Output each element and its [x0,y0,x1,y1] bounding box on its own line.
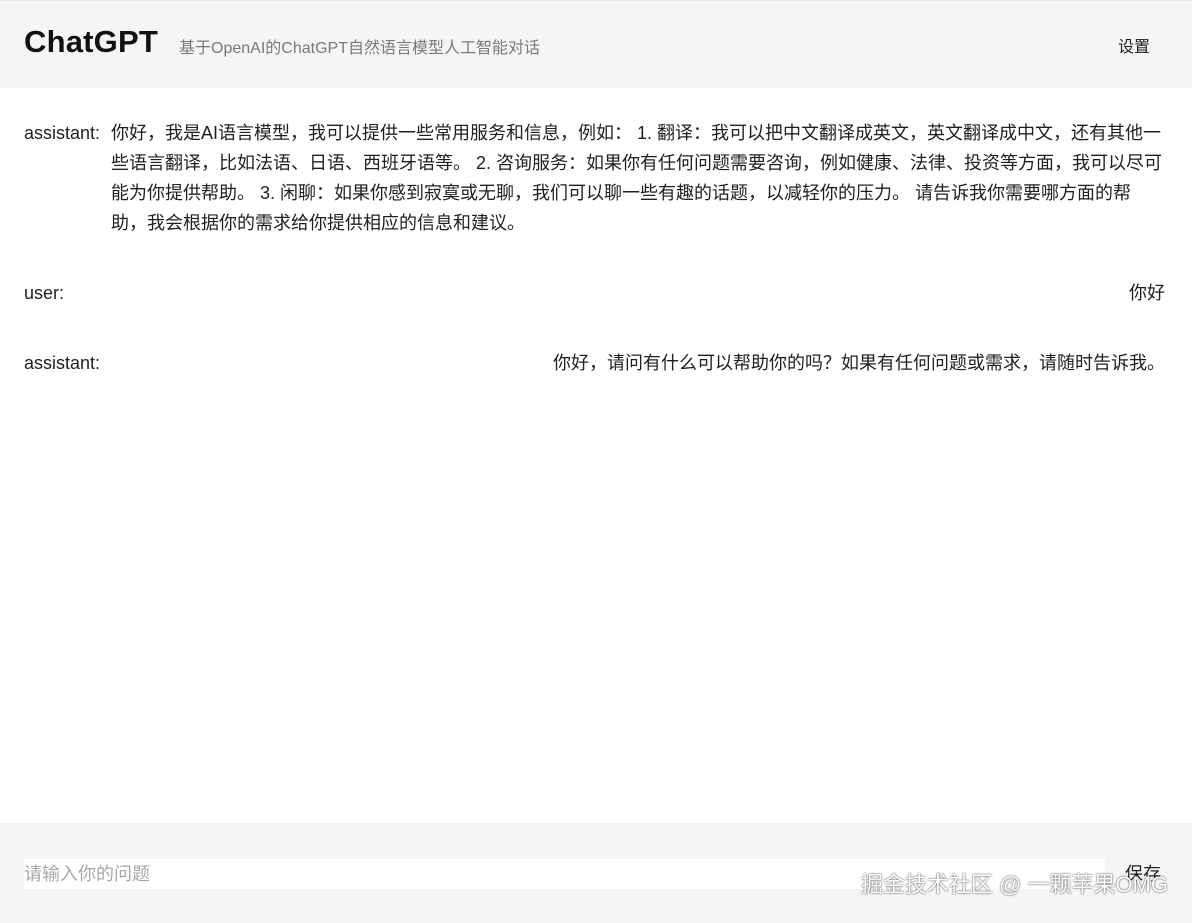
question-input[interactable] [24,859,1105,889]
message-text: 你好，请问有什么可以帮助你的吗？如果有任何问题或需求，请随时告诉我。 [553,353,1165,373]
message-list: assistant: 你好，我是AI语言模型，我可以提供一些常用服务和信息，例如… [0,88,1192,823]
message-user: user: 你好 [24,278,1165,308]
chat-app: ChatGPT 基于OpenAI的ChatGPT自然语言模型人工智能对话 设置 … [0,0,1192,923]
save-button[interactable]: 保存 [1125,860,1161,886]
input-bar: 保存 掘金技术社区 @ 一颗苹果OMG [0,823,1192,923]
app-subtitle: 基于OpenAI的ChatGPT自然语言模型人工智能对话 [179,39,540,57]
message-role: assistant: [24,353,101,373]
message-assistant: assistant: 你好，请问有什么可以帮助你的吗？如果有任何问题或需求，请随… [24,348,1165,378]
app-title: ChatGPT [24,23,159,59]
message-text: 你好 [1129,283,1165,303]
settings-button[interactable]: 设置 [1118,33,1150,57]
message-role: assistant: [24,123,101,143]
message-text: 你好，我是AI语言模型，我可以提供一些常用服务和信息，例如： 1. 翻译：我可以… [111,123,1163,233]
header-bar: ChatGPT 基于OpenAI的ChatGPT自然语言模型人工智能对话 设置 [0,0,1192,88]
message-role: user: [24,283,65,303]
message-assistant: assistant: 你好，我是AI语言模型，我可以提供一些常用服务和信息，例如… [24,118,1165,238]
